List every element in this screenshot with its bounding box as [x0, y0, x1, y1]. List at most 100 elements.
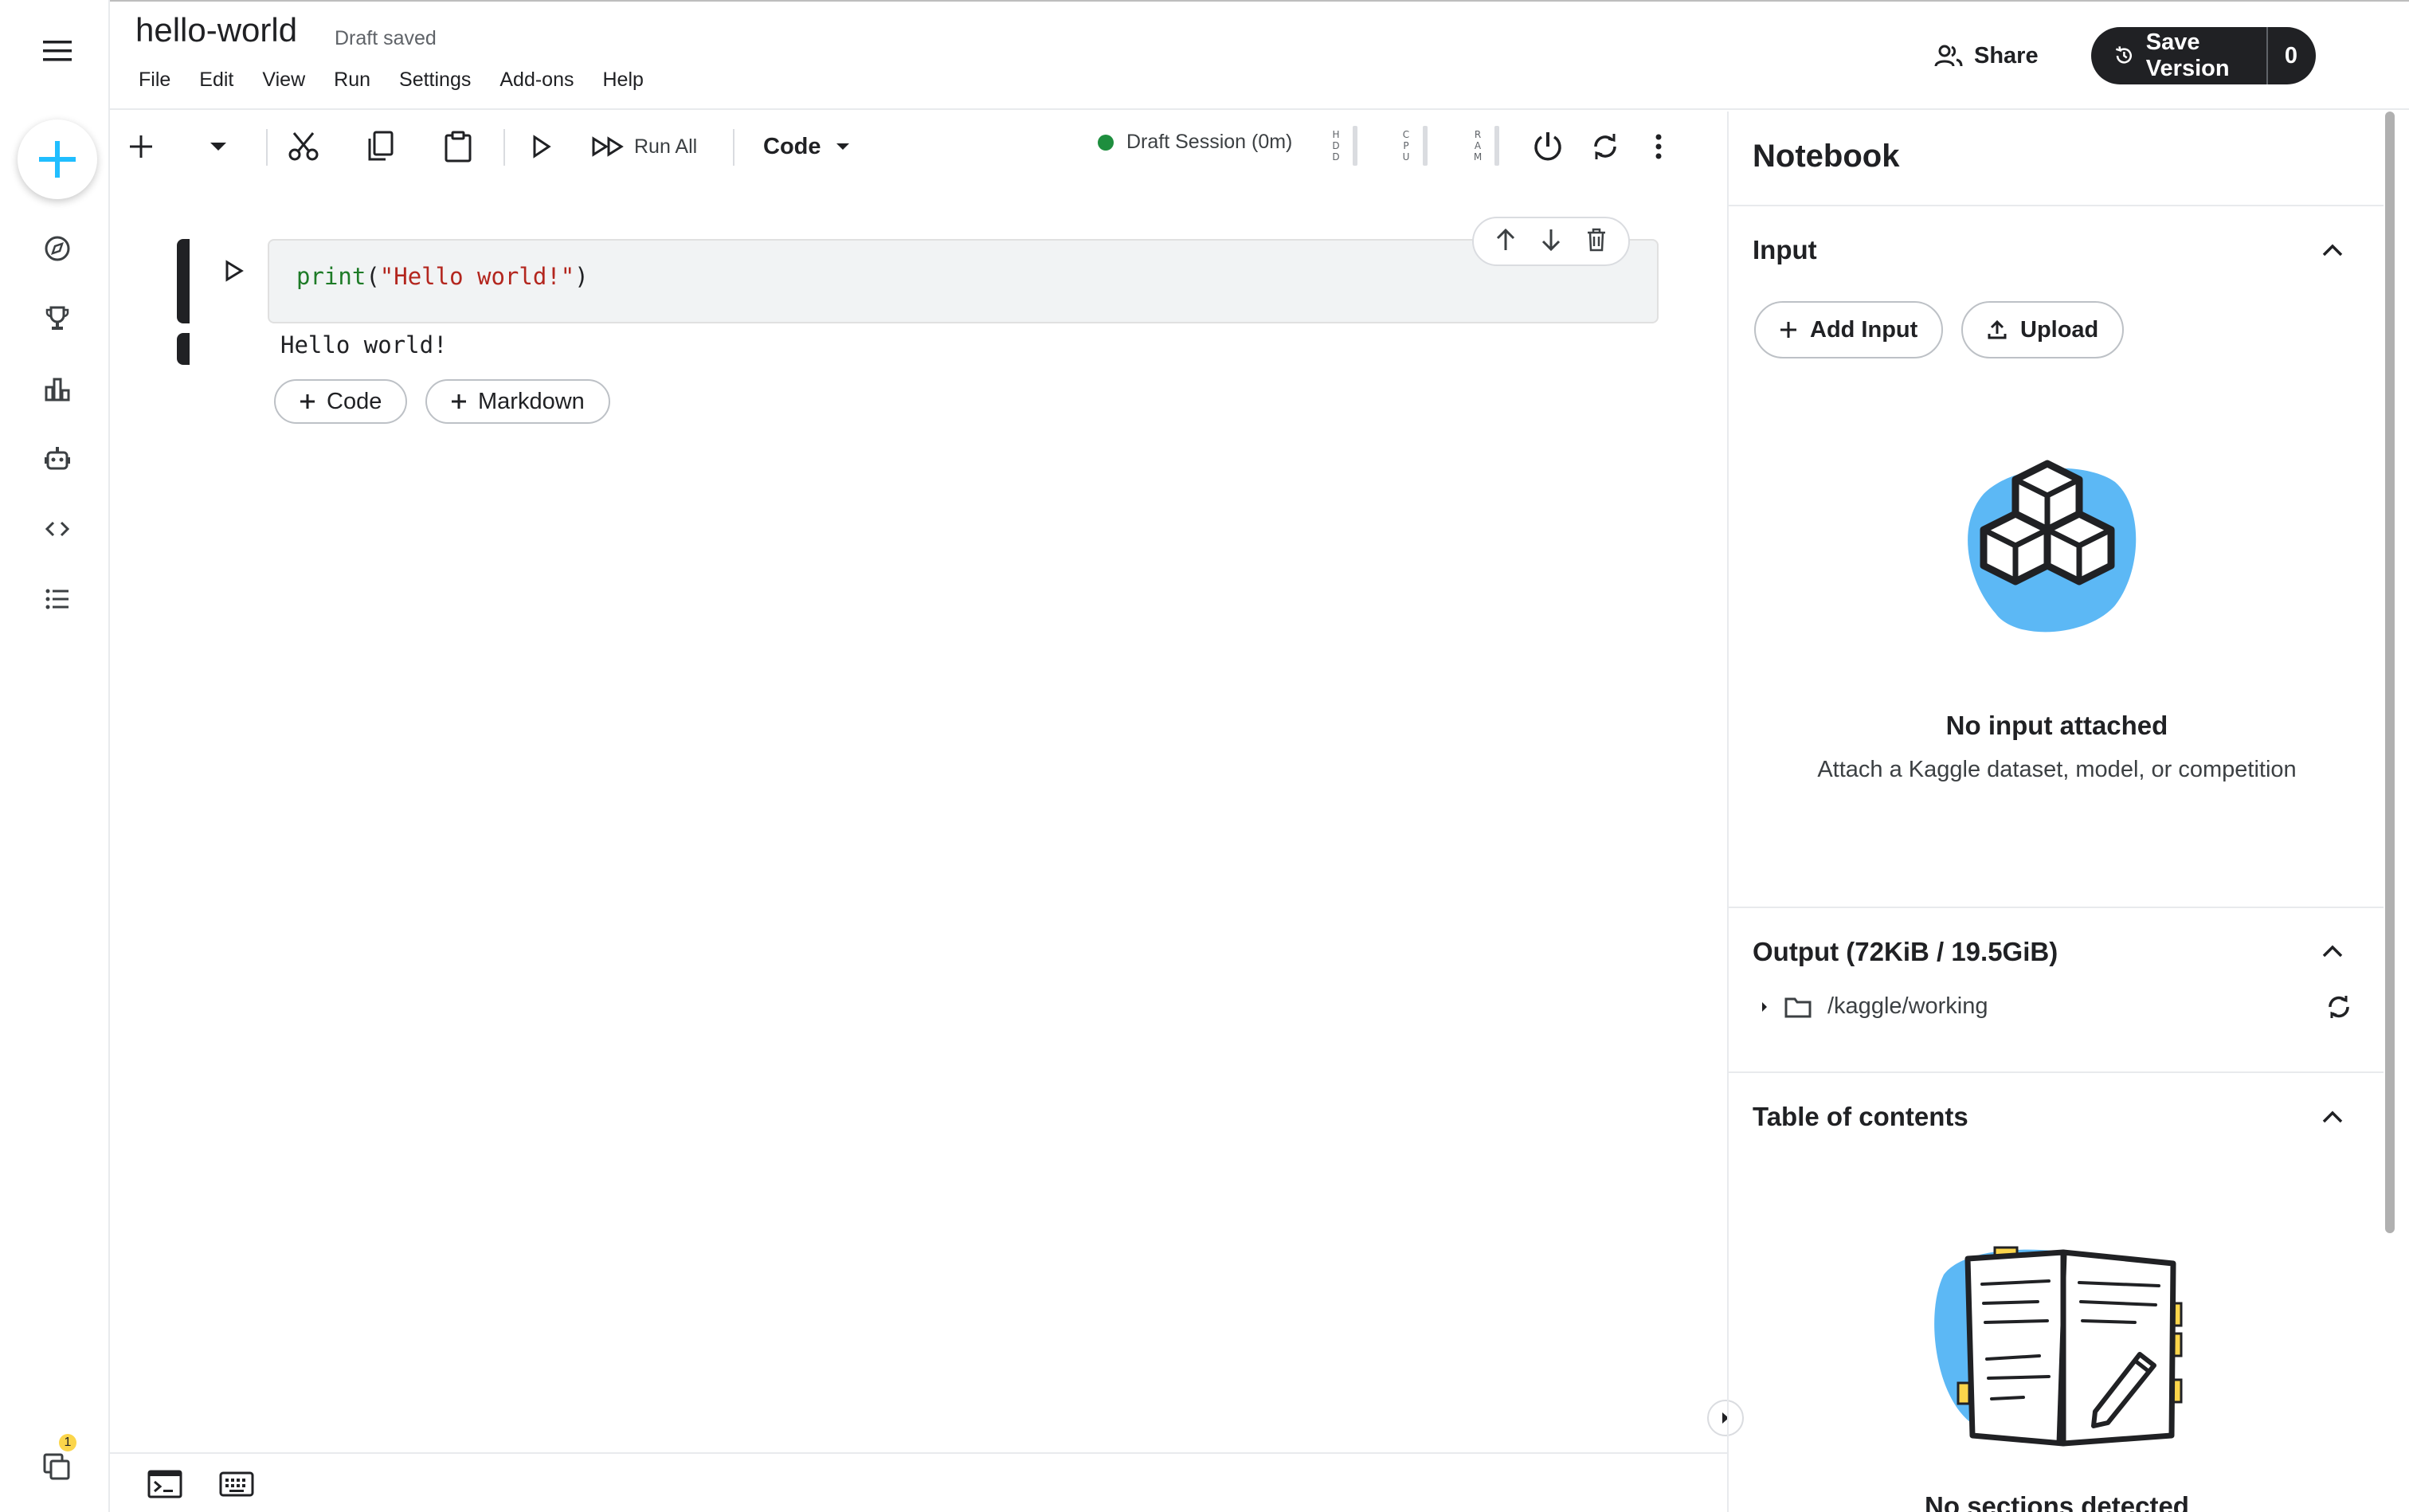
code-line[interactable]: print("Hello world!") — [296, 263, 589, 290]
explore-icon[interactable] — [35, 226, 80, 271]
share-label: Share — [1974, 42, 2039, 69]
run-cell-icon[interactable] — [526, 123, 558, 170]
add-input-button[interactable]: Add Input — [1754, 301, 1944, 358]
notification-count: 1 — [64, 1436, 72, 1449]
add-cell-dropdown-icon[interactable] — [202, 123, 234, 170]
refresh-icon[interactable] — [2325, 993, 2353, 1021]
notification-badge: 1 — [59, 1434, 76, 1451]
output-folder-row[interactable]: /kaggle/working — [1761, 993, 1988, 1020]
output-selection-marker — [177, 333, 190, 365]
share-button[interactable]: Share — [1934, 35, 2039, 76]
upload-label: Upload — [2020, 316, 2099, 343]
toolbar-divider — [733, 129, 734, 166]
code-cell-editor[interactable]: print("Hello world!") — [268, 239, 1659, 323]
panel-scrollbar[interactable] — [2384, 112, 2395, 1512]
toc-empty-title: No sections detected — [1925, 1491, 2189, 1512]
hdd-meter: HDD — [1330, 126, 1357, 166]
notebook-title[interactable]: hello-world — [135, 11, 297, 49]
power-icon[interactable] — [1528, 123, 1568, 170]
save-version-label: Save Version — [2145, 29, 2230, 81]
history-icon — [2115, 46, 2133, 64]
menu-edit[interactable]: Edit — [199, 69, 233, 92]
folder-icon — [1784, 997, 1812, 1017]
robot-icon[interactable] — [35, 437, 80, 481]
cut-icon[interactable] — [284, 123, 323, 170]
bottom-bar — [110, 1452, 1727, 1512]
panel-scrollbar-thumb[interactable] — [2385, 112, 2395, 1233]
move-up-icon[interactable] — [1494, 228, 1517, 256]
bar-chart-icon[interactable] — [35, 366, 80, 411]
save-version-main[interactable]: Save Version — [2091, 27, 2268, 84]
output-section-title[interactable]: Output (72KiB / 19.5GiB) — [1753, 937, 2058, 967]
hdd-meter-bar — [1353, 126, 1357, 166]
add-markdown-label: Markdown — [478, 388, 585, 414]
code-paren-close: ) — [574, 263, 589, 290]
session-label: Draft Session (0m) — [1126, 131, 1293, 153]
menu-add-ons[interactable]: Add-ons — [499, 69, 574, 92]
chevron-up-icon[interactable] — [2317, 234, 2348, 266]
add-code-cell-button[interactable]: Code — [274, 379, 408, 424]
menu-icon[interactable] — [35, 29, 80, 73]
restart-icon[interactable] — [1585, 123, 1625, 170]
left-rail: 1 — [0, 0, 110, 1512]
plus-icon — [1780, 322, 1796, 338]
add-markdown-cell-button[interactable]: Markdown — [425, 379, 610, 424]
input-section-title[interactable]: Input — [1753, 235, 1817, 265]
panel-divider — [1729, 205, 2384, 206]
console-icon[interactable] — [145, 1468, 185, 1500]
plus-icon — [452, 394, 466, 409]
fast-forward-icon — [592, 136, 624, 157]
output-folder-path: /kaggle/working — [1827, 993, 1988, 1019]
menu-file[interactable]: File — [139, 69, 170, 92]
toc-section-title[interactable]: Table of contents — [1753, 1102, 1968, 1132]
cubes-illustration — [1952, 446, 2143, 653]
caret-right-icon — [1762, 1001, 1767, 1012]
cell-output: Hello world! — [280, 331, 448, 358]
add-input-label: Add Input — [1810, 316, 1918, 343]
code-paren-open: ( — [366, 263, 380, 290]
toolbar-divider — [503, 129, 505, 166]
code-icon[interactable] — [35, 507, 80, 551]
menu-help[interactable]: Help — [602, 69, 643, 92]
upload-button[interactable]: Upload — [1961, 301, 2125, 358]
move-down-icon[interactable] — [1540, 228, 1562, 256]
chevron-up-icon[interactable] — [2317, 1101, 2348, 1133]
menu-run[interactable]: Run — [334, 69, 370, 92]
chevron-up-icon[interactable] — [2317, 935, 2348, 967]
run-all-button[interactable]: Run All — [591, 123, 734, 170]
input-empty-subtitle: Attach a Kaggle dataset, model, or compe… — [1817, 757, 2297, 782]
list-icon[interactable] — [35, 577, 80, 621]
copy-icon[interactable] — [360, 123, 400, 170]
hdd-meter-label: HDD — [1332, 129, 1340, 163]
input-empty-title: No input attached — [1945, 711, 2168, 740]
delete-icon[interactable] — [1585, 228, 1608, 256]
notebook-side-panel: Notebook Input Add Input Upload No input… — [1727, 112, 2384, 1512]
save-version-count[interactable]: 0 — [2268, 43, 2314, 69]
code-string: "Hello world!" — [379, 263, 575, 290]
header: hello-world Draft saved File Edit View R… — [110, 0, 2409, 110]
panel-divider — [1729, 907, 2384, 908]
panel-divider — [1729, 1071, 2384, 1073]
code-function: print — [296, 263, 366, 290]
save-status: Draft saved — [335, 27, 437, 49]
trophy-icon[interactable] — [35, 296, 80, 341]
create-button[interactable] — [18, 119, 97, 199]
menu-settings[interactable]: Settings — [399, 69, 471, 92]
keyboard-icon[interactable] — [217, 1468, 257, 1500]
session-status[interactable]: Draft Session (0m) — [1098, 131, 1292, 154]
add-cell-icon[interactable] — [121, 123, 161, 170]
toolbar-divider — [266, 129, 268, 166]
cell-selection-marker — [177, 239, 190, 323]
save-version-button[interactable]: Save Version 0 — [2091, 27, 2316, 84]
ram-meter: RAM — [1472, 126, 1499, 166]
cell-run-button[interactable] — [217, 253, 252, 288]
panel-title: Notebook — [1753, 139, 1900, 174]
paste-icon[interactable] — [438, 123, 478, 170]
chevron-down-icon — [836, 143, 849, 150]
run-all-label: Run All — [634, 135, 698, 158]
cell-type-select[interactable]: Code — [763, 123, 867, 170]
menu-view[interactable]: View — [262, 69, 305, 92]
more-vert-icon[interactable] — [1643, 123, 1675, 170]
cell-type-value: Code — [763, 133, 821, 159]
people-icon — [1934, 45, 1963, 67]
